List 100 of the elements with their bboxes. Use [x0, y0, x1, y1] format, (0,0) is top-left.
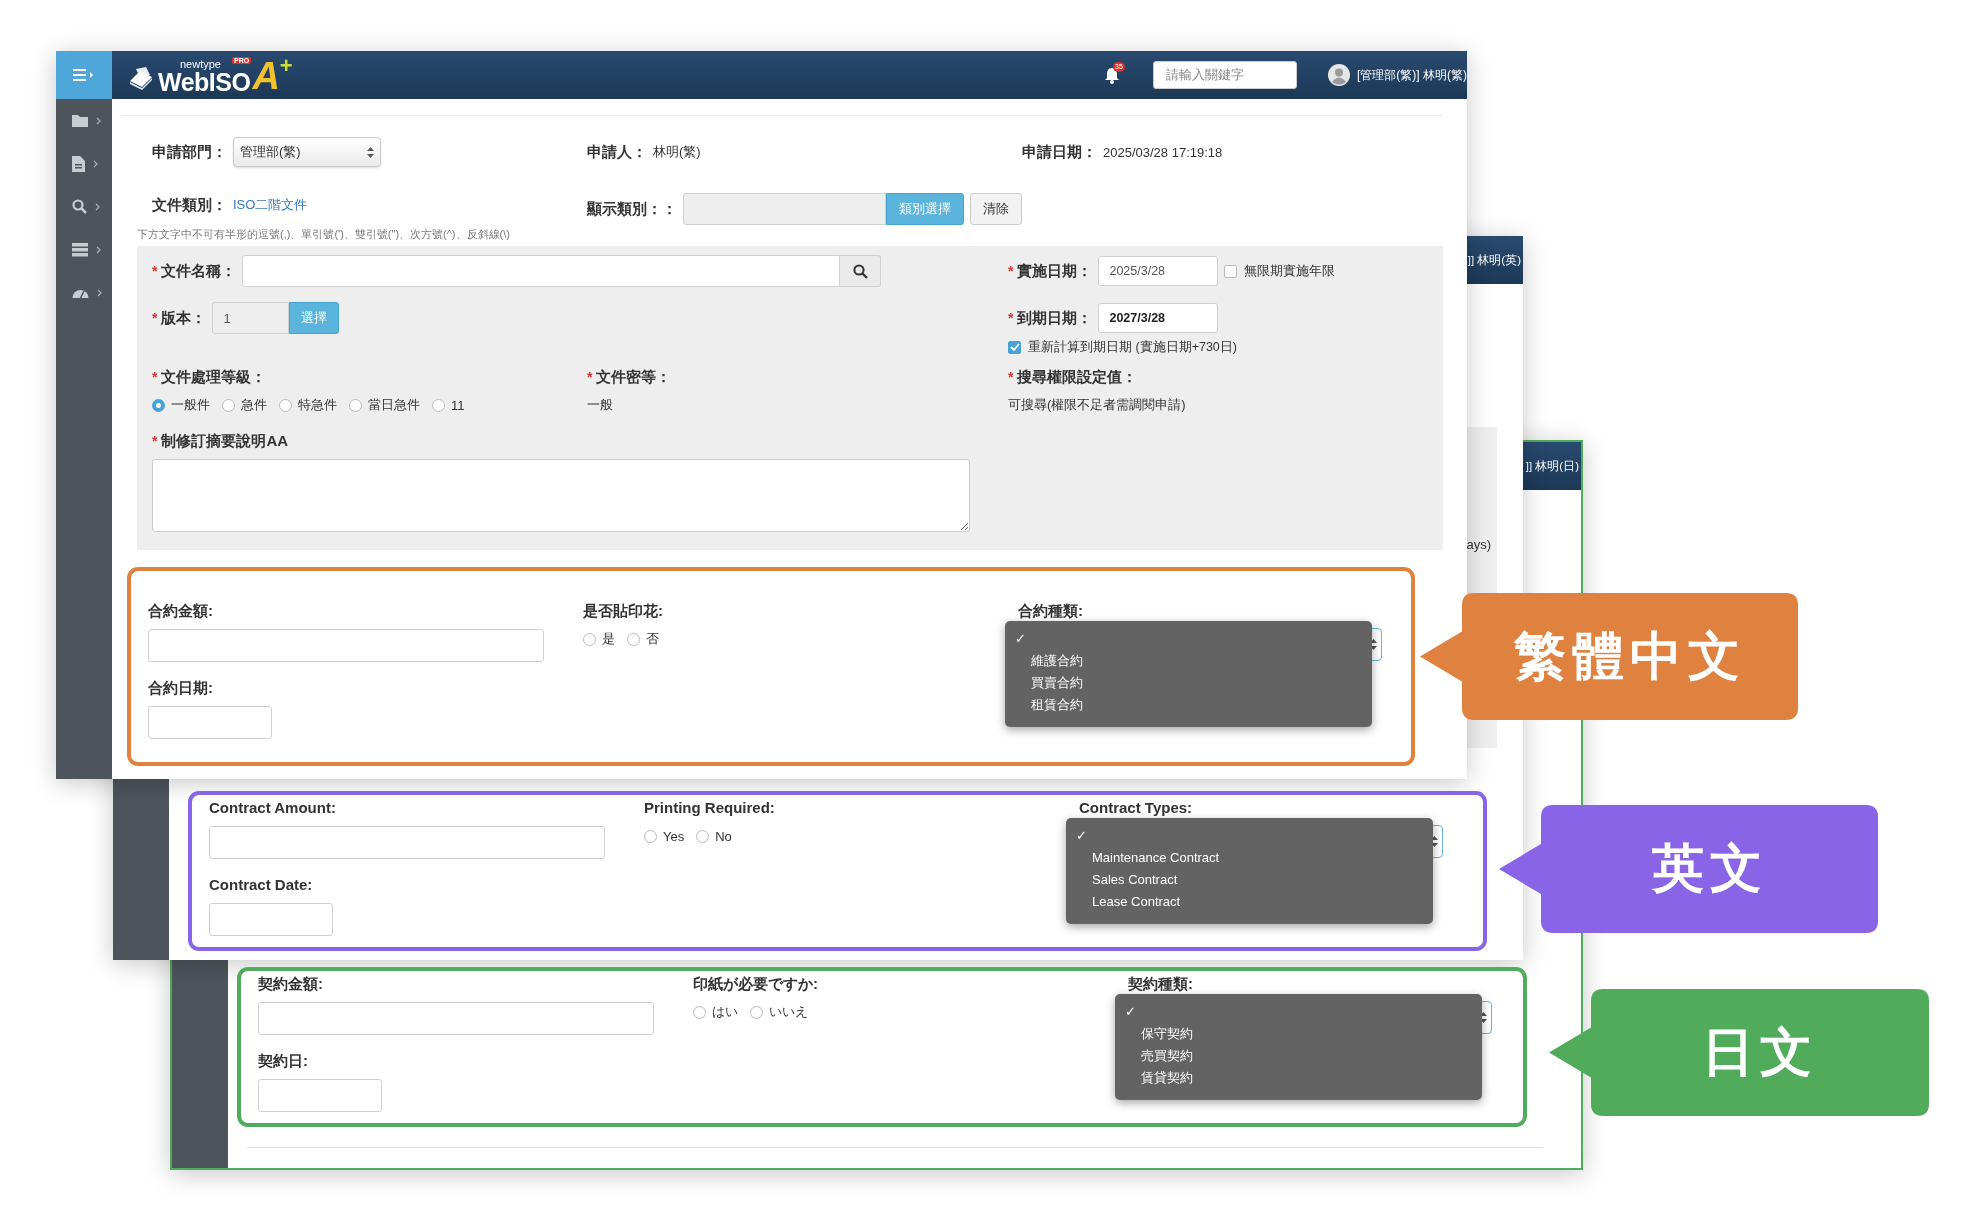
logo-subtitle: newtype — [180, 59, 221, 70]
date-field[interactable] — [148, 706, 272, 739]
chevron-icon — [96, 116, 101, 125]
callout-label: 日文 — [1701, 1021, 1819, 1083]
field-label: 合約日期: — [148, 678, 213, 698]
required-mark: * — [1008, 310, 1014, 326]
radio-label: 急件 — [241, 396, 267, 414]
date-field[interactable] — [258, 1079, 382, 1112]
field-label: 版本： — [161, 308, 207, 328]
sort-arrows-icon — [1480, 1012, 1487, 1023]
field-label: 制修訂摘要說明AA — [161, 431, 289, 451]
dropdown-option[interactable]: 売買契約 — [1115, 1045, 1193, 1067]
clear-button[interactable]: 清除 — [970, 193, 1022, 225]
logo-text: WebISO — [158, 70, 251, 95]
field-label: 申請日期： — [1022, 142, 1097, 162]
field-label: Contract Types: — [1079, 798, 1193, 818]
radio-label: はい — [712, 1003, 738, 1021]
field-label: 文件密等： — [596, 367, 672, 387]
field-label: 到期日期： — [1017, 308, 1093, 328]
chevron-icon — [97, 288, 102, 297]
radio-button[interactable] — [432, 398, 445, 412]
radio-button[interactable] — [152, 398, 165, 412]
dropdown-option[interactable]: Lease Contract — [1066, 891, 1181, 913]
checkbox[interactable] — [1224, 264, 1238, 278]
field-label: Contract Amount: — [209, 798, 336, 818]
checkbox[interactable] — [1008, 340, 1021, 354]
field-label: 契約金額: — [258, 974, 323, 994]
field-label: 文件處理等級： — [161, 367, 267, 387]
field-label: 實施日期： — [1017, 261, 1093, 281]
radio-button[interactable] — [583, 632, 596, 646]
list-icon[interactable] — [72, 242, 88, 257]
department-select[interactable]: 管理部(繁) — [233, 137, 381, 167]
folder-icon[interactable] — [72, 114, 88, 127]
radio-label: Yes — [663, 828, 685, 844]
date-field[interactable]: 2027/3/28 — [1098, 303, 1219, 333]
radio-label: 是 — [602, 630, 615, 648]
field-label: 申請人： — [587, 142, 647, 162]
sort-arrows-icon — [1431, 836, 1438, 847]
dropdown-option[interactable]: Maintenance Contract — [1066, 847, 1220, 869]
dropdown-option[interactable]: 保守契約 — [1115, 1023, 1193, 1045]
user-name: ]] 林明(日) — [1525, 458, 1580, 474]
callout-label: 繁體中文 — [1513, 625, 1747, 687]
field-value: 可搜尋(權限不足者需調閱申請) — [1008, 396, 1186, 414]
radio-button[interactable] — [696, 829, 710, 843]
user-name: ]] 林明(英) — [1467, 252, 1522, 268]
radio-label: 11 — [451, 397, 465, 413]
field-label: 文件類別： — [152, 195, 227, 215]
dropdown-option[interactable]: 買賣合約 — [1005, 672, 1083, 694]
check-mark: ✓ — [1075, 827, 1087, 845]
field-label: 契約日: — [258, 1051, 308, 1071]
form-text: ays) — [1466, 537, 1492, 552]
radio-button[interactable] — [644, 829, 657, 843]
chevron-icon — [95, 202, 100, 211]
radio-button[interactable] — [627, 632, 640, 646]
callout-label: 英文 — [1650, 838, 1769, 899]
field-label: 文件名稱： — [161, 261, 237, 281]
field-label: 合約種類: — [1018, 601, 1083, 621]
amount-field[interactable] — [209, 826, 605, 859]
amount-field[interactable] — [258, 1002, 654, 1035]
field-label: Contract Date: — [209, 875, 313, 895]
required-mark: * — [587, 369, 593, 385]
field-value: 林明(繁) — [653, 143, 701, 161]
radio-button[interactable] — [222, 398, 235, 412]
document-icon[interactable] — [72, 155, 85, 172]
version-field[interactable]: 1 — [212, 302, 290, 334]
logo-mark: A — [252, 57, 280, 95]
dropdown-option[interactable]: 租賃合約 — [1005, 694, 1083, 716]
field-label: Printing Required: — [644, 798, 775, 818]
document-name-field[interactable] — [242, 255, 841, 287]
user-name[interactable]: [管理部(繁)] 林明(繁) — [1357, 66, 1467, 84]
avatar-icon[interactable] — [1328, 64, 1350, 86]
summary-field[interactable] — [152, 459, 970, 532]
field-label: 搜尋權限設定值： — [1017, 367, 1138, 387]
dropdown-option[interactable]: 維護合約 — [1005, 650, 1083, 672]
dropdown-option[interactable]: 賃貸契約 — [1115, 1067, 1193, 1089]
check-mark: ✓ — [1014, 630, 1026, 648]
date-field[interactable]: 2025/3/28 — [1098, 256, 1219, 286]
amount-field[interactable] — [148, 629, 544, 662]
search-field[interactable]: 請輸入關鍵字 — [1153, 61, 1297, 89]
radio-label: 當日急件 — [368, 396, 420, 414]
required-mark: * — [152, 369, 158, 385]
hint-text: 下方文字中不可有半形的逗號(,)、單引號(')、雙引號(")、次方號(^)、反斜線(\) — [136, 227, 511, 241]
radio-label: 特急件 — [298, 396, 337, 414]
dropdown-option[interactable]: Sales Contract — [1066, 869, 1178, 891]
required-mark: * — [1008, 369, 1014, 385]
category-field[interactable] — [683, 193, 886, 225]
radio-button[interactable] — [750, 1005, 763, 1019]
radio-label: いいえ — [769, 1003, 808, 1021]
search-button[interactable] — [840, 255, 882, 287]
field-label: 契約種類: — [1128, 974, 1193, 994]
menu-button[interactable] — [56, 51, 112, 99]
radio-button[interactable] — [279, 398, 292, 412]
category-link[interactable]: ISO二階文件 — [233, 196, 308, 214]
radio-button[interactable] — [693, 1005, 706, 1019]
sort-arrows-icon — [1370, 639, 1377, 650]
checkbox-label: 重新計算到期日期 (實施日期+730日) — [1028, 338, 1237, 356]
search-icon[interactable] — [72, 199, 87, 214]
radio-button[interactable] — [349, 398, 362, 412]
date-field[interactable] — [209, 903, 333, 936]
menu-icon — [73, 68, 95, 82]
